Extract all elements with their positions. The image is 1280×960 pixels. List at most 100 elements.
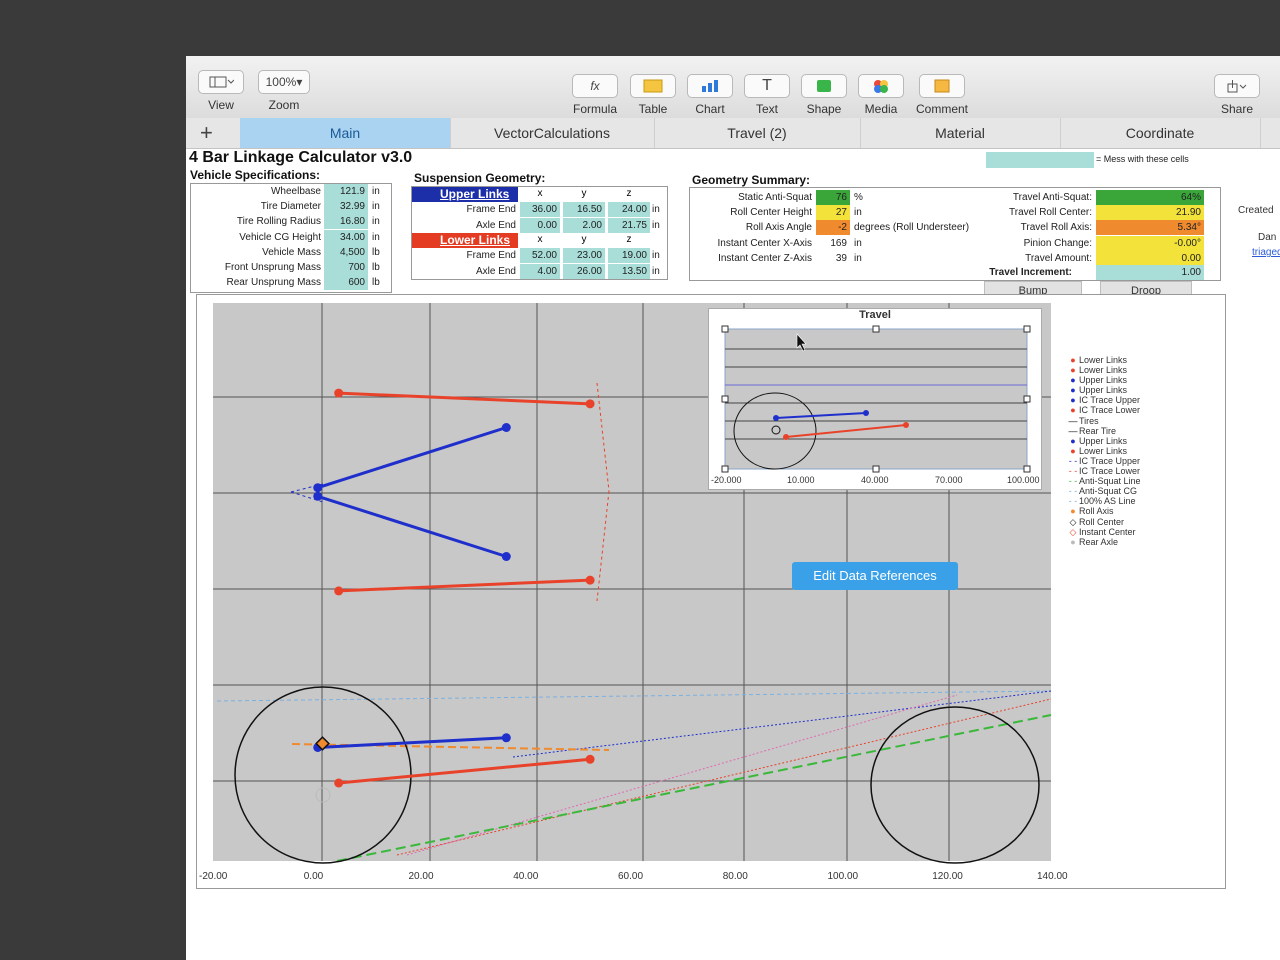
table-icon: [630, 74, 676, 98]
inset-svg: [721, 325, 1031, 473]
comment-button[interactable]: Comment: [913, 74, 971, 116]
vehicle-specs-table: Wheelbase 121.9 in Tire Diameter 32.99 i…: [190, 183, 392, 293]
upper-links-point: [501, 733, 511, 743]
lower-links-point: [334, 778, 344, 788]
selection-handle: [872, 465, 880, 473]
edit-data-references-button[interactable]: Edit Data References: [792, 562, 958, 590]
legend-item: ● Upper Links: [1067, 375, 1225, 385]
inset-lower-link-point: [783, 434, 789, 440]
formula-button[interactable]: fx Formula: [570, 74, 620, 116]
zoom-value: 100%: [265, 75, 297, 89]
sheet-title: 4 Bar Linkage Calculator v3.0: [189, 149, 413, 166]
text-button[interactable]: T Text: [742, 74, 792, 116]
table-button[interactable]: Table: [628, 74, 678, 116]
upper-links-point: [501, 552, 511, 561]
lower-links-header: Lower Links: [412, 233, 518, 248]
lower-links-point: [334, 388, 344, 398]
travel-increment-row: Travel Increment: 1.00: [986, 265, 1216, 280]
legend-item: ● Lower Links: [1067, 446, 1225, 456]
x-tick-label: 60.00: [618, 871, 643, 882]
sheet-tabs: + Main VectorCalculations Travel (2) Mat…: [186, 118, 1280, 149]
legend-label: Roll Center: [1079, 516, 1125, 527]
zoom-select[interactable]: 100% ▾ Zoom: [258, 70, 310, 112]
vehicle-specs-heading: Vehicle Specifications:: [190, 168, 321, 182]
summary-right-row: Travel Roll Center: 21.90: [986, 205, 1216, 221]
legend-label: Lower Links: [1079, 445, 1128, 456]
add-sheet-button[interactable]: +: [200, 120, 213, 146]
inset-upper-link-point: [773, 415, 779, 421]
share-icon: [1214, 74, 1260, 98]
legend-marker: ●: [1070, 355, 1076, 365]
legend-marker: - -: [1068, 476, 1078, 487]
x-tick-label: 140.00: [1037, 871, 1068, 882]
x-tick-label: 40.00: [513, 871, 538, 882]
tab-travel-2[interactable]: Travel (2): [654, 118, 861, 148]
legend-marker: - -: [1068, 466, 1078, 477]
legend-label: IC Trace Lower: [1079, 466, 1141, 477]
view-button[interactable]: View: [198, 70, 244, 112]
summary-left-row: Instant Center X-Axis 169 in: [717, 237, 862, 249]
legend-label: Upper Links: [1079, 385, 1128, 396]
legend-item: ◇ Roll Center: [1067, 517, 1225, 527]
geometry-summary-table: Static Anti-Squat 76 % Roll Center Heigh…: [689, 187, 1221, 281]
upper-axle-end-row: Axle End 0.00 2.00 21.75 in: [475, 217, 660, 233]
x-tick-label: 100.00: [828, 871, 859, 882]
vehicle-row: Vehicle CG Height 34.00 in: [239, 229, 380, 245]
summary-left-row: Instant Center Z-Axis 39 in: [718, 252, 862, 264]
tab-main[interactable]: Main: [240, 118, 451, 148]
toolbar: View 100% ▾ Zoom fx Formula Table Chart T…: [186, 56, 1280, 119]
legend-marker: ●: [1070, 375, 1076, 386]
mess-legend-swatch: [986, 152, 1094, 168]
shape-button[interactable]: Shape: [799, 74, 849, 116]
travel-inset-chart[interactable]: Travel -20.000 10.000 40.000 70.000 100.…: [708, 308, 1042, 490]
legend-item: ● Lower Links: [1067, 355, 1225, 365]
legend-item: - - IC Trace Upper: [1067, 456, 1225, 466]
created-note: Created: [1238, 205, 1274, 216]
legend-item: - -100% AS Line: [1067, 496, 1225, 506]
legend-marker: - -: [1068, 455, 1078, 466]
inset-tick: 70.000: [935, 475, 963, 485]
inset-tick: 40.000: [861, 475, 889, 485]
legend-marker: —: [1068, 415, 1078, 426]
upper-links-point: [313, 491, 323, 501]
chart-button[interactable]: Chart: [685, 74, 735, 116]
legend-item: ◇ Instant Center: [1067, 527, 1225, 537]
selection-handle: [1023, 465, 1031, 473]
suspension-table: Upper Links x y z Frame End 36.00 16.50 …: [411, 186, 668, 280]
vehicle-row: Vehicle Mass 4,500 lb: [262, 244, 380, 260]
tab-material[interactable]: Material: [860, 118, 1061, 148]
legend-label: Lower Links: [1079, 355, 1128, 365]
lower-links-point: [585, 754, 595, 764]
travel-increment-input[interactable]: 1.00: [1096, 265, 1204, 280]
tab-coordinate[interactable]: Coordinate: [1060, 118, 1261, 148]
legend-item: ● Lower Links: [1067, 365, 1225, 375]
text-icon: T: [744, 74, 790, 98]
numbers-window: View 100% ▾ Zoom fx Formula Table Chart T…: [186, 56, 1280, 960]
legend-item: - - Anti-Squat CG: [1067, 486, 1225, 496]
legend-label: Anti-Squat Line: [1079, 476, 1141, 487]
inset-upper-link-point: [863, 410, 869, 416]
comment-icon: [919, 74, 965, 98]
legend-label: Upper Links: [1079, 435, 1128, 446]
legend-marker: - -: [1068, 496, 1078, 507]
legend-label: Roll Axis: [1079, 506, 1114, 517]
tab-vectorcalculations[interactable]: VectorCalculations: [450, 118, 655, 148]
media-button[interactable]: Media: [856, 74, 906, 116]
legend-label: IC Trace Lower: [1079, 405, 1141, 416]
inset-tick: -20.000: [711, 475, 742, 485]
x-tick-label: 120.00: [932, 871, 963, 882]
x-axis-ticks: -20.00 0.00 20.00 40.00 60.00 80.00 100.00 120.…: [199, 871, 1068, 882]
share-button[interactable]: Share: [1212, 74, 1262, 116]
vehicle-row: Tire Diameter 32.99 in: [260, 199, 380, 215]
summary-left-row: Roll Axis Angle -2 degrees (Roll Underst…: [745, 220, 970, 236]
legend-item: - - Anti-Squat Line: [1067, 476, 1225, 486]
legend-label: Upper Links: [1079, 375, 1128, 386]
inset-plot-bg: [724, 328, 1028, 470]
email-link[interactable]: triaged@: [1252, 247, 1280, 258]
main-chart[interactable]: -20.00 0.00 20.00 40.00 60.00 80.00 100.00 120.…: [196, 294, 1226, 889]
vehicle-row: Wheelbase 121.9 in: [270, 184, 380, 199]
upper-links-point: [313, 483, 323, 493]
selection-handle: [872, 325, 880, 333]
selection-handle: [1023, 395, 1031, 403]
author-note: Dan: [1258, 232, 1277, 243]
